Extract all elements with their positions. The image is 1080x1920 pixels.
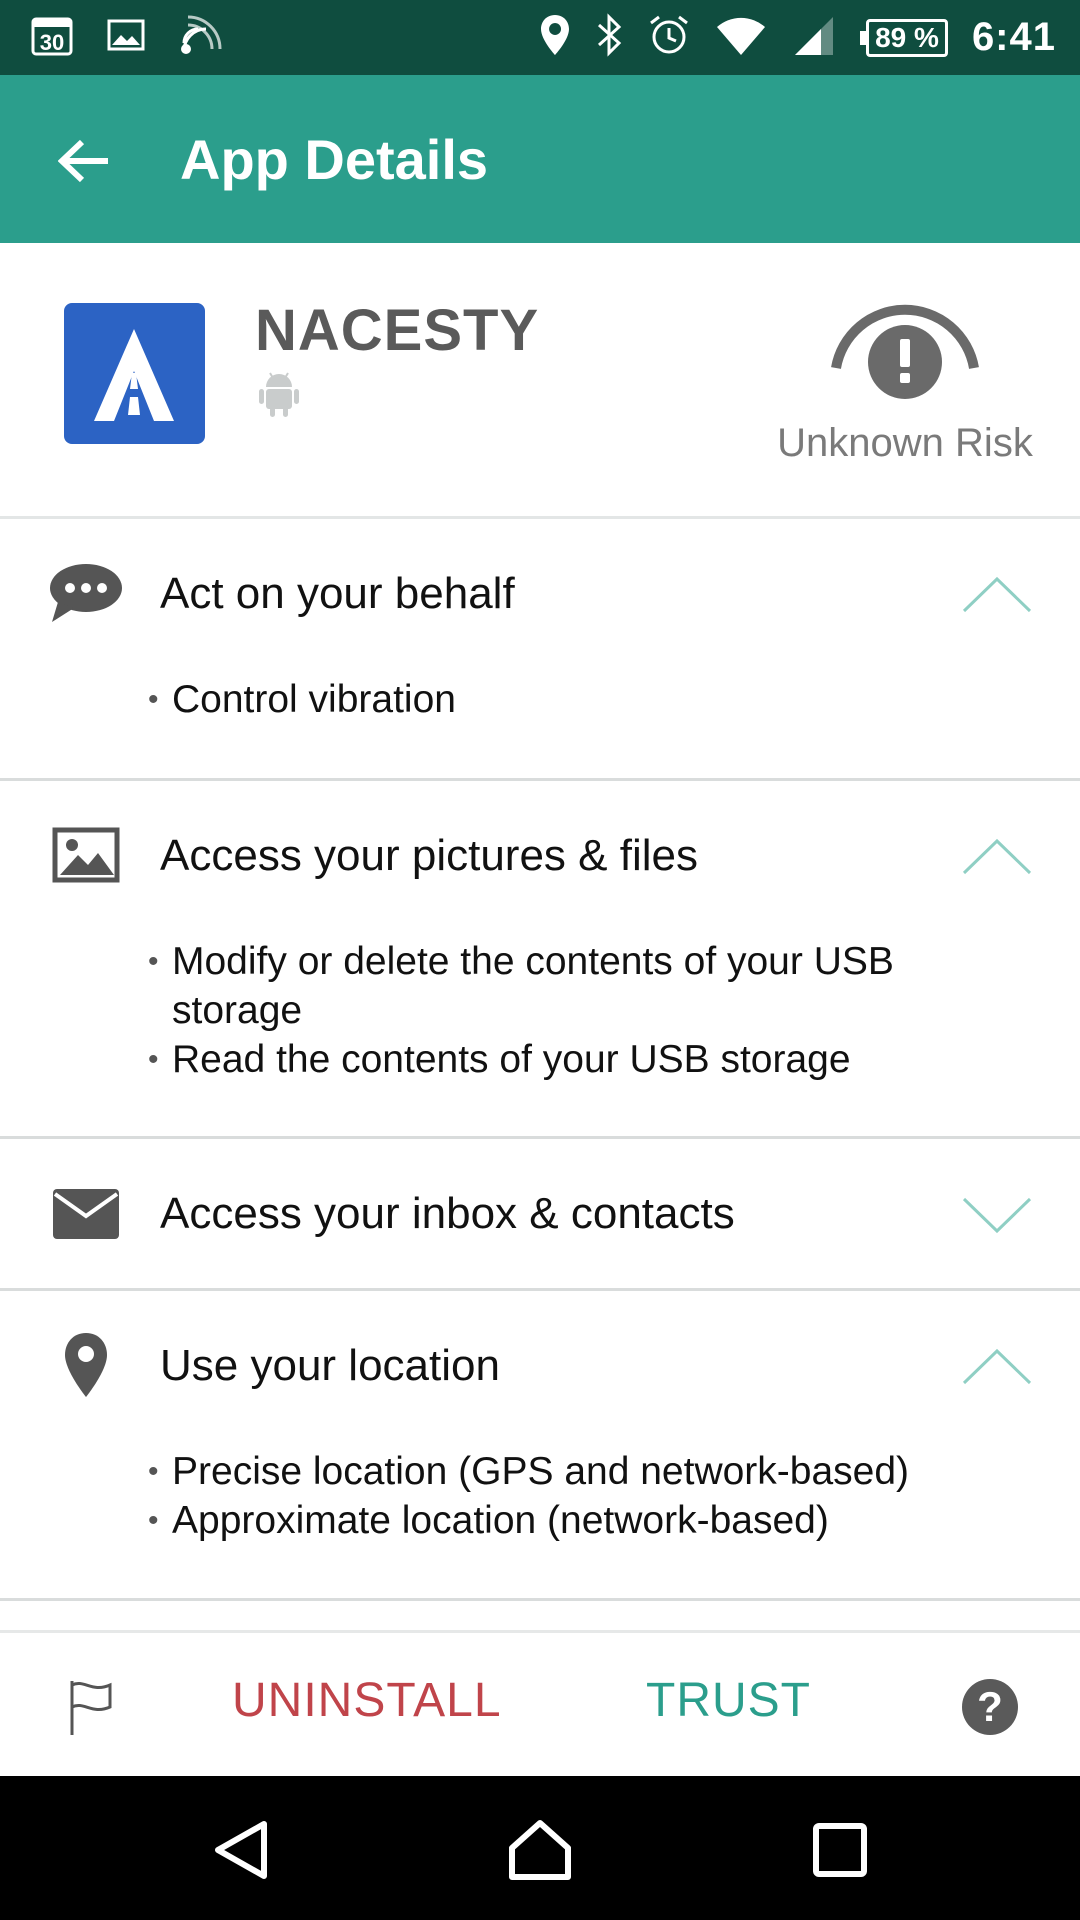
image-icon	[48, 817, 124, 893]
permission-section-act-on-behalf[interactable]: Act on your behalf Control vibration	[0, 519, 1080, 781]
trust-button[interactable]: TRUST	[646, 1673, 811, 1728]
permission-title: Access your pictures & files	[160, 831, 698, 880]
permission-section-inbox-contacts[interactable]: Access your inbox & contacts	[0, 1139, 1080, 1291]
list-item: Precise location (GPS and network-based)	[148, 1447, 978, 1496]
permission-list: Modify or delete the contents of your US…	[148, 937, 978, 1084]
permission-list: Control vibration	[148, 675, 978, 724]
permission-title: Use your location	[160, 1341, 500, 1390]
exclamation-gauge-icon	[820, 283, 990, 403]
clock: 6:41	[971, 15, 1056, 59]
navigation-bar	[0, 1776, 1080, 1920]
list-item: Modify or delete the contents of your US…	[148, 937, 978, 1035]
status-bar: 30 89 % 6:41	[0, 0, 1080, 75]
cast-icon	[178, 11, 226, 64]
chevron-up-icon[interactable]	[962, 837, 1032, 877]
wifi-icon	[715, 13, 767, 62]
envelope-icon	[48, 1175, 124, 1251]
nav-home-button[interactable]	[500, 1810, 580, 1890]
arrow-left-icon	[58, 139, 108, 183]
permission-title: Access your inbox & contacts	[160, 1189, 735, 1238]
flag-icon	[70, 1681, 112, 1735]
app-header: NACESTY Unknown Risk	[0, 243, 1080, 519]
gallery-icon	[106, 15, 146, 60]
app-icon	[64, 303, 205, 444]
chat-bubble-icon	[48, 555, 124, 631]
android-icon	[258, 371, 300, 422]
permission-section-pictures-files[interactable]: Access your pictures & files Modify or d…	[0, 781, 1080, 1139]
map-pin-icon	[48, 1327, 124, 1403]
page-title: App Details	[180, 128, 489, 191]
alarm-icon	[647, 13, 691, 62]
help-icon: ?	[977, 1683, 1003, 1730]
chevron-up-icon[interactable]	[962, 1347, 1032, 1387]
status-bar-left: 30	[30, 0, 226, 75]
action-bar: UNINSTALL TRUST ?	[0, 1630, 1080, 1776]
permission-list: Precise location (GPS and network-based)…	[148, 1447, 978, 1545]
app-name: NACESTY	[255, 298, 540, 363]
bluetooth-icon	[595, 13, 623, 62]
battery-icon: 89 %	[860, 18, 948, 57]
nav-home-icon	[509, 1820, 571, 1880]
uninstall-button[interactable]: UNINSTALL	[232, 1673, 502, 1728]
list-item: Control vibration	[148, 675, 978, 724]
location-icon	[539, 13, 571, 62]
list-item: Read the contents of your USB storage	[148, 1035, 978, 1084]
battery-level: 89 %	[866, 18, 948, 57]
help-button[interactable]: ?	[962, 1679, 1018, 1735]
app-bar: App Details	[0, 75, 1080, 243]
nav-recents-button[interactable]	[800, 1810, 880, 1890]
status-bar-right: 89 % 6:41	[539, 0, 1056, 75]
calendar-day: 30	[40, 30, 64, 55]
risk-label: Unknown Risk	[777, 421, 1033, 465]
back-button[interactable]	[52, 129, 116, 193]
calendar-icon: 30	[30, 13, 74, 62]
nav-recents-icon	[813, 1823, 867, 1877]
nav-back-button[interactable]	[202, 1810, 282, 1890]
flag-button[interactable]	[62, 1677, 122, 1737]
nav-back-icon	[215, 1821, 267, 1879]
cell-signal-icon	[791, 13, 837, 62]
list-item: Approximate location (network-based)	[148, 1496, 978, 1545]
permission-title: Act on your behalf	[160, 569, 515, 618]
chevron-down-icon[interactable]	[962, 1195, 1032, 1235]
permission-section-location[interactable]: Use your location Precise location (GPS …	[0, 1291, 1080, 1601]
chevron-up-icon[interactable]	[962, 575, 1032, 615]
